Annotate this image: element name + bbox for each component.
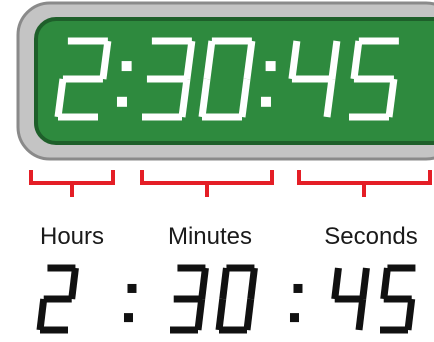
minutes-label: Minutes: [168, 223, 252, 250]
readout-digit-3: [170, 264, 209, 334]
segment-f: [331, 267, 342, 300]
segment-c: [404, 298, 416, 331]
segment-c: [385, 78, 398, 118]
segment-f: [288, 40, 301, 80]
readout-digit-5: [380, 264, 416, 334]
seconds-label: Seconds: [324, 223, 417, 250]
segment-c: [323, 78, 336, 118]
time-readout: [36, 264, 416, 334]
colon-dot: [123, 313, 133, 323]
segment-f: [380, 267, 391, 300]
readout-colon: [123, 283, 137, 323]
colon-dot: [116, 96, 127, 107]
readout-digit-2: [36, 264, 79, 334]
segment-b: [183, 40, 196, 80]
digital-clock: [16, 1, 434, 161]
segment-c: [178, 78, 191, 118]
readout-colon: [289, 283, 303, 323]
readout-digit-0: [215, 264, 258, 334]
segment-f: [350, 40, 363, 80]
segment-f: [219, 267, 230, 300]
colon-dot: [121, 61, 132, 72]
segment-b: [68, 267, 79, 300]
hours-bracket: [29, 170, 115, 197]
segment-c: [238, 78, 251, 118]
segment-e: [36, 298, 48, 331]
unit-brackets: [29, 170, 432, 197]
segment-b: [243, 40, 256, 80]
colon-dot: [293, 283, 303, 293]
segment-e: [54, 78, 67, 118]
segment-b: [359, 267, 370, 300]
segment-c: [243, 298, 255, 331]
readout-digit-4: [331, 267, 370, 331]
clock-diagram: Hours Minutes Seconds: [16, 1, 434, 334]
seconds-bracket: [297, 170, 432, 197]
colon-dot: [265, 61, 276, 72]
segment-c: [194, 298, 206, 331]
segment-e: [198, 78, 211, 118]
segment-b: [328, 40, 341, 80]
segment-e: [215, 298, 227, 331]
segment-b: [198, 267, 209, 300]
hours-label: Hours: [40, 223, 104, 250]
segment-c: [355, 298, 367, 331]
minutes-bracket: [140, 170, 274, 197]
colon-dot: [260, 96, 271, 107]
segment-b: [99, 40, 112, 80]
segment-b: [247, 267, 258, 300]
segment-f: [203, 40, 216, 80]
colon-dot: [127, 283, 137, 293]
colon-dot: [289, 313, 299, 323]
